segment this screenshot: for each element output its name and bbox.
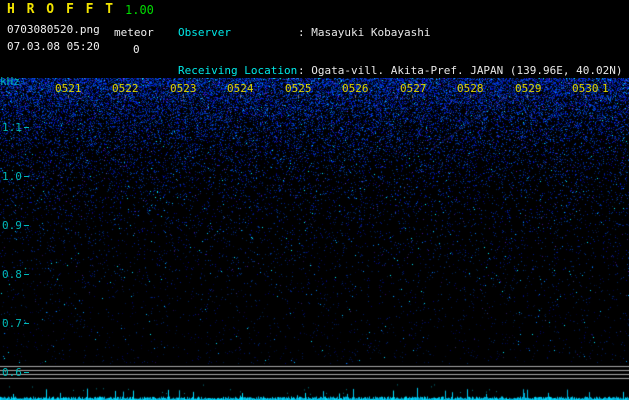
x-tick-0526: 0526	[342, 82, 369, 95]
y-tick-0.9: 0.9	[2, 220, 29, 231]
info-colon: :	[298, 63, 312, 77]
output-filename: 0703080520.png	[7, 23, 100, 36]
spectrogram-canvas	[0, 78, 629, 400]
info-label: Receiving Location	[178, 63, 298, 77]
x-tick-0529: 0529	[515, 82, 542, 95]
info-label: Observer	[178, 26, 231, 39]
info-row-location: Receiving Location: Ogata-vill. Akita-Pr…	[178, 63, 623, 78]
y-tick-1.1: 1.1	[2, 122, 29, 133]
x-tick-0523: 0523	[170, 82, 197, 95]
y-axis-unit: kHz	[0, 75, 20, 88]
y-tick-0.6: 0.6	[2, 367, 29, 378]
x-tick-partial: 1	[602, 82, 609, 95]
frame-datetime: 07.03.08 05:20	[7, 40, 100, 53]
app-version: 1.00	[125, 3, 154, 17]
mode-label: meteor	[114, 26, 154, 39]
y-tick-0.7: 0.7	[2, 318, 29, 329]
hrofft-screen: H R O F F T 1.00 0703080520.png meteor 0…	[0, 0, 629, 400]
x-tick-0530: 0530	[572, 82, 599, 95]
info-value: Ogata-vill. Akita-Pref. JAPAN (139.96E, …	[311, 63, 623, 77]
x-tick-0522: 0522	[112, 82, 139, 95]
info-colon: :	[298, 26, 312, 39]
x-tick-0521: 0521	[55, 82, 82, 95]
x-tick-0527: 0527	[400, 82, 427, 95]
app-title: H R O F F T	[7, 2, 116, 17]
info-value: Masayuki Kobayashi	[311, 26, 431, 39]
y-tick-0.8: 0.8	[2, 269, 29, 280]
y-tick-1.0: 1.0	[2, 171, 29, 182]
x-tick-0525: 0525	[285, 82, 312, 95]
x-tick-0524: 0524	[227, 82, 254, 95]
x-tick-0528: 0528	[457, 82, 484, 95]
info-row-observer: Observer: Masayuki Kobayashi	[178, 26, 623, 40]
echo-count: 0	[133, 43, 140, 56]
